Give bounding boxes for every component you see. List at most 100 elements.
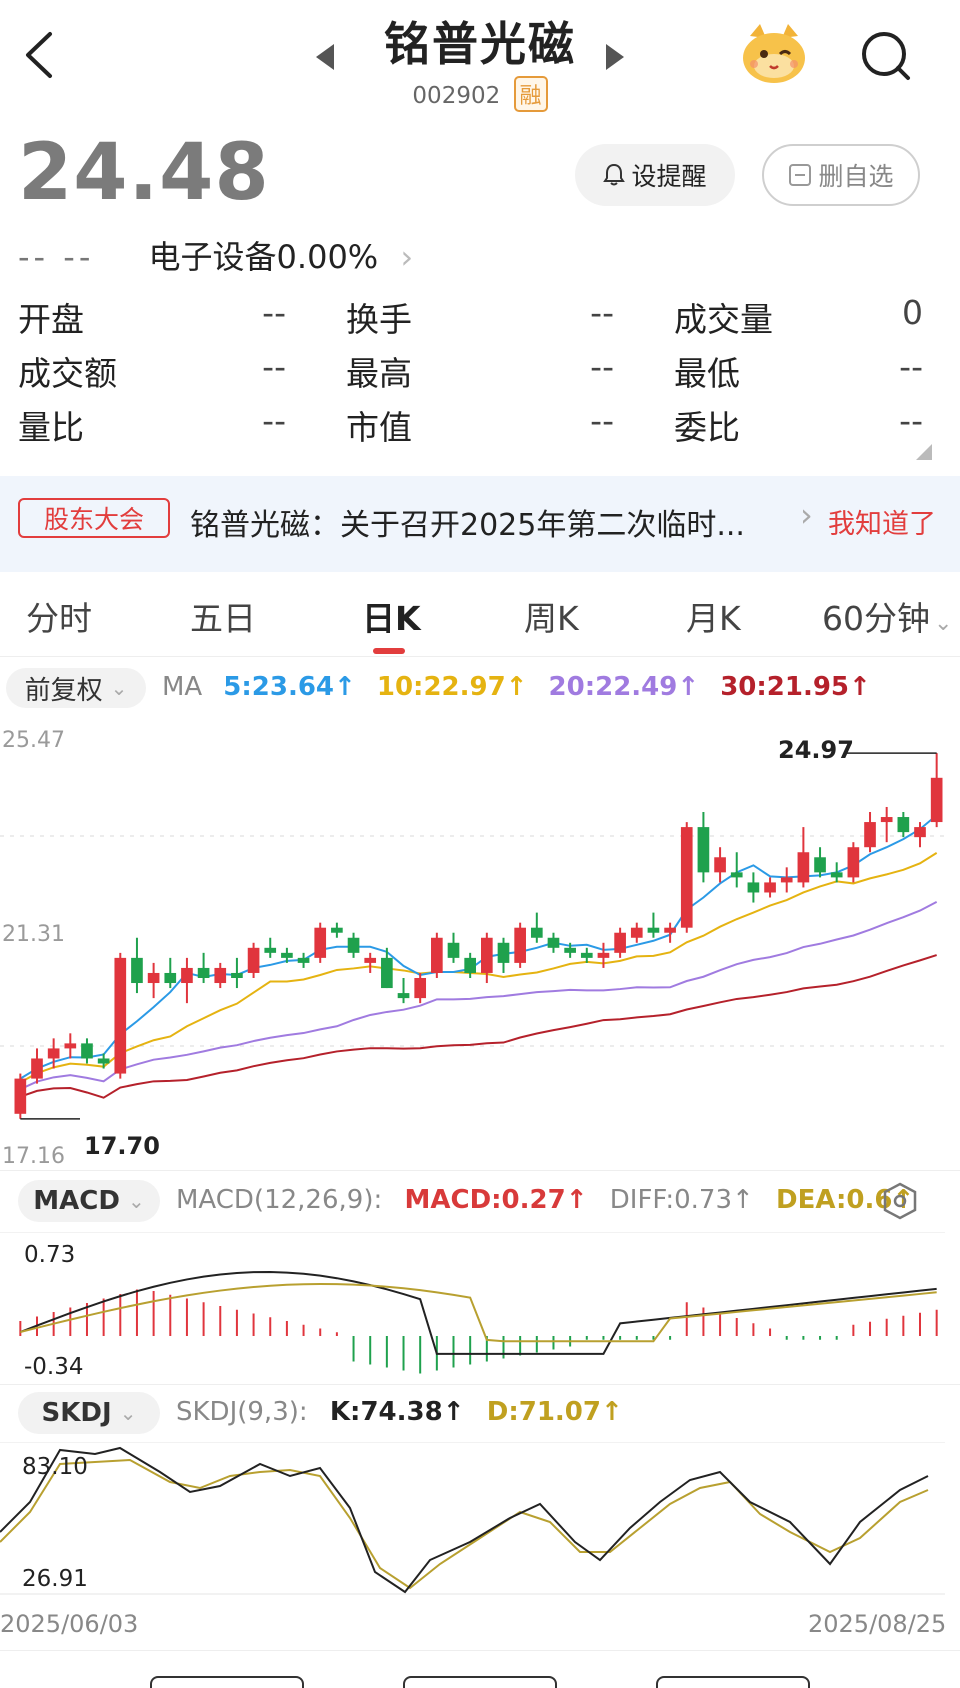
candle-body <box>514 927 526 963</box>
candle-body <box>797 852 810 883</box>
k-value: K:74.38↑ <box>329 1397 465 1427</box>
ma5-value: 5:23.64↑ <box>223 672 356 702</box>
stats-row: 量比 -- 市值 -- 委比 -- <box>18 398 923 452</box>
tab-monthly-k[interactable]: 月K <box>686 592 741 640</box>
chevron-down-icon: ⌄ <box>934 611 953 636</box>
tab-60min[interactable]: 60分钟 ⌄ <box>822 592 952 640</box>
candle-body <box>930 777 943 823</box>
notice-tag: 股东大会 <box>18 498 170 538</box>
stat-label: 量比 <box>18 408 84 447</box>
skdj-select[interactable]: SKDJ ⌄ <box>18 1392 160 1434</box>
tab-weekly-k[interactable]: 周K <box>524 592 579 640</box>
macd-axis-bottom: -0.34 <box>24 1354 84 1380</box>
stat-value: -- <box>590 401 614 440</box>
candle-body <box>114 957 127 1074</box>
candle-body <box>31 1058 43 1079</box>
candle-body <box>464 957 477 973</box>
candle-body <box>830 872 843 878</box>
macd-params: MACD(12,26,9): <box>176 1185 383 1215</box>
candle-body <box>630 927 643 938</box>
sector-name: 电子设备 <box>148 238 277 276</box>
candle-body <box>331 927 343 933</box>
margin-badge: 融 <box>513 76 548 112</box>
set-alert-label: 设提醒 <box>631 162 707 191</box>
stock-code: 002902 <box>412 83 501 109</box>
ma20-line <box>19 900 938 1091</box>
candle-body <box>214 967 227 984</box>
stat-label: 最高 <box>346 354 412 393</box>
divider <box>0 1170 960 1171</box>
candle-body <box>181 967 193 984</box>
tab-daily-k[interactable]: 日K <box>362 592 421 640</box>
mascot-icon[interactable] <box>740 22 808 86</box>
candle-body <box>131 957 143 984</box>
candle-body <box>647 927 660 933</box>
last-price: 24.48 <box>18 128 270 218</box>
ma30-value: 30:21.95↑ <box>720 672 871 702</box>
sector-row[interactable]: -- -- 电子设备0.00% › <box>18 232 413 278</box>
divider <box>0 1384 960 1385</box>
adjust-select[interactable]: 前复权 ⌄ <box>6 668 146 708</box>
candle-body <box>580 952 593 958</box>
candle-body <box>347 937 360 953</box>
expand-corner-icon[interactable] <box>916 444 932 460</box>
stat-label: 换手 <box>346 300 412 339</box>
candle-body <box>597 952 610 958</box>
notice-text[interactable]: 铭普光磁：关于召开2025年第二次临时... <box>190 500 745 544</box>
notice-banner[interactable]: 股东大会 铭普光磁：关于召开2025年第二次临时... › 我知道了 <box>0 476 960 572</box>
skdj-label: SKDJ <box>41 1398 112 1428</box>
period-tabs: 分时 五日 日K 周K 月K 60分钟 ⌄ <box>0 592 960 656</box>
chevron-down-icon: ⌄ <box>127 1189 145 1213</box>
minus-box-icon <box>788 163 812 187</box>
price-change: -- -- <box>18 238 95 276</box>
ma-legend: 前复权 ⌄ MA 5:23.64↑ 10:22.97↑ 20:22.49↑ 30:… <box>0 668 960 708</box>
stock-name: 铭普光磁 <box>384 17 576 71</box>
candle-body <box>197 967 210 978</box>
start-date: 2025/06/03 <box>0 1610 139 1638</box>
set-alert-button[interactable]: 设提醒 <box>575 144 735 206</box>
settings-hex-icon[interactable] <box>882 1182 918 1227</box>
axis-mid-label: 21.31 <box>2 922 65 947</box>
skdj-params: SKDJ(9,3): <box>176 1397 308 1427</box>
min-price-mark: 17.70 <box>84 1132 160 1160</box>
search-icon[interactable] <box>858 28 914 84</box>
candle-body <box>564 947 576 953</box>
chevron-down-icon: ⌄ <box>119 1401 137 1425</box>
candle-body <box>780 877 793 883</box>
stat-label: 最低 <box>674 354 740 393</box>
candle-body <box>364 957 377 963</box>
skdj-axis-top: 83.10 <box>22 1454 88 1480</box>
candle-body <box>247 947 260 973</box>
candle-body <box>164 972 177 984</box>
bell-icon <box>603 163 626 187</box>
candle-body <box>97 1058 110 1064</box>
max-price-mark: 24.97 <box>778 736 854 764</box>
remove-watchlist-button[interactable]: 删自选 <box>762 144 920 206</box>
kline-chart[interactable] <box>0 716 960 1162</box>
candle-body <box>414 977 427 999</box>
stat-value: -- <box>262 401 286 440</box>
tab-five-day[interactable]: 五日 <box>190 592 256 640</box>
candle-body <box>747 882 760 893</box>
remove-watchlist-label: 删自选 <box>818 162 894 191</box>
candle-body <box>314 927 327 958</box>
tab-intraday[interactable]: 分时 <box>26 592 92 640</box>
stats-row: 开盘 -- 换手 -- 成交量 0 <box>18 290 923 344</box>
candle-body <box>664 927 676 933</box>
skdj-chart[interactable] <box>0 1442 960 1598</box>
candle-body <box>680 827 693 928</box>
candle-body <box>47 1048 60 1059</box>
stock-code-row: 002902 融 <box>0 76 960 112</box>
chevron-right-icon: › <box>400 238 414 276</box>
divider <box>0 656 960 657</box>
macd-legend: MACD ⌄ MACD(12,26,9): MACD:0.27↑ DIFF:0.7… <box>0 1180 960 1222</box>
candle-body <box>547 937 560 948</box>
ma10-value: 10:22.97↑ <box>376 672 528 702</box>
macd-select[interactable]: MACD ⌄ <box>18 1180 160 1222</box>
candle-body <box>281 952 293 958</box>
dismiss-notice-button[interactable]: 我知道了 <box>828 502 936 541</box>
macd-chart[interactable] <box>0 1232 960 1378</box>
chevron-down-icon: ⌄ <box>110 676 128 700</box>
candle-body <box>264 947 277 953</box>
sector-change: 0.00% <box>276 238 379 276</box>
